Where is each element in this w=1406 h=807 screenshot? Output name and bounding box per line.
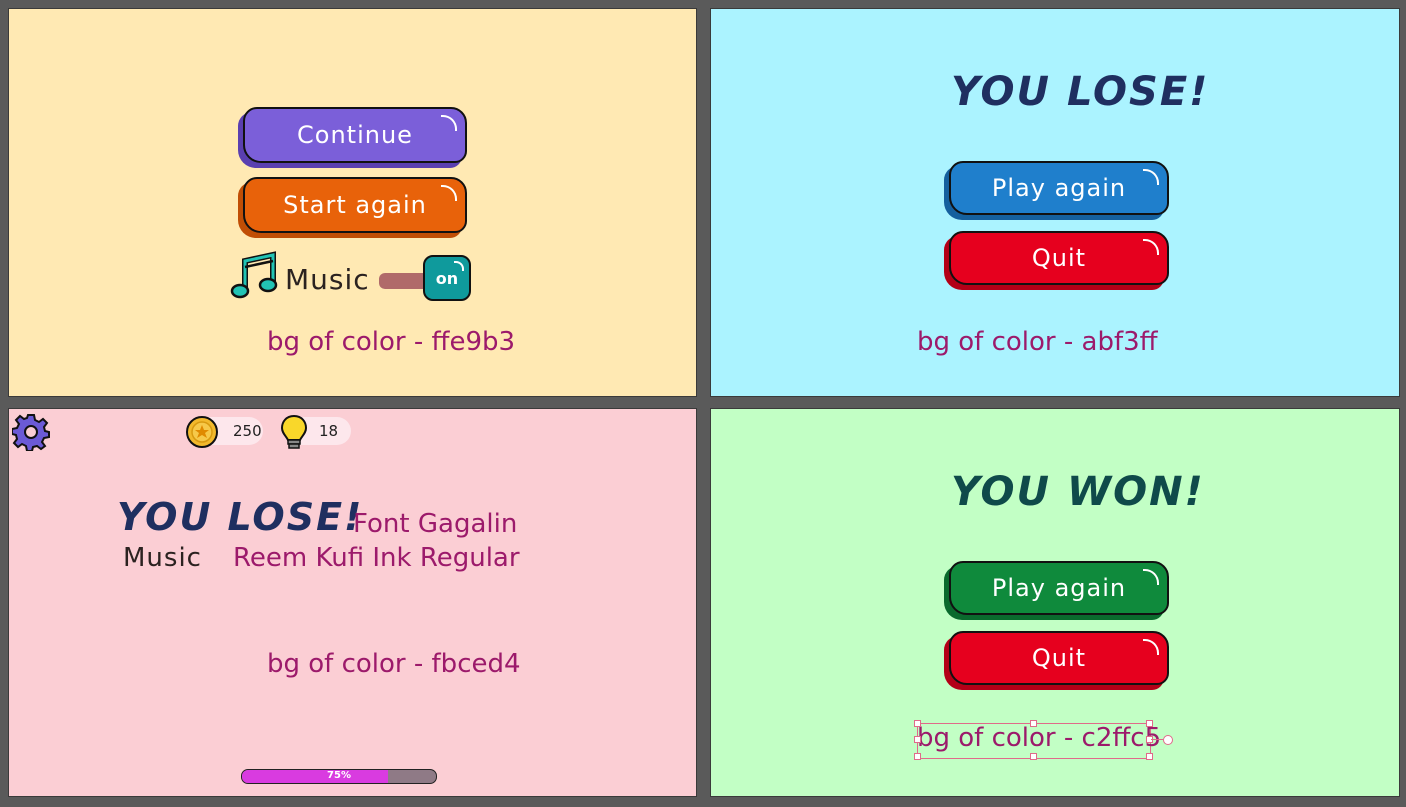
- resize-handle[interactable]: [914, 753, 921, 760]
- shine-icon: [1143, 239, 1159, 255]
- shine-icon: [1143, 639, 1159, 655]
- music-note-icon: [230, 251, 278, 299]
- continue-button[interactable]: Continue: [243, 107, 467, 163]
- page-title: YOU WON!: [951, 469, 1205, 515]
- music-label: Music: [285, 263, 370, 296]
- resize-handle[interactable]: [914, 720, 921, 727]
- play-again-label: Play again: [991, 174, 1127, 202]
- quit-button[interactable]: Quit: [949, 631, 1169, 685]
- resize-handle[interactable]: [1030, 720, 1037, 727]
- start-again-button[interactable]: Start again: [243, 177, 467, 233]
- music-toggle[interactable]: on: [377, 255, 473, 303]
- shine-icon: [441, 185, 457, 201]
- play-again-button[interactable]: Play again: [949, 161, 1169, 215]
- play-again-label: Play again: [991, 574, 1127, 602]
- quit-label: Quit: [1031, 644, 1087, 672]
- lightbulb-icon: [280, 414, 308, 449]
- toggle-state-label: on: [435, 268, 459, 288]
- coin-icon: [186, 416, 218, 448]
- bg-color-caption[interactable]: bg of color - c2ffc5: [917, 723, 1161, 753]
- resize-handle[interactable]: [1146, 753, 1153, 760]
- rotate-handle[interactable]: [1163, 735, 1173, 745]
- menu-panel-yellow: Continue Start again Music on bg of colo…: [8, 8, 697, 397]
- won-panel-green: YOU WON! Play again Quit bg of color - c…: [710, 408, 1400, 797]
- toggle-knob[interactable]: on: [423, 255, 471, 301]
- shine-icon: [1143, 169, 1159, 185]
- bg-color-caption: bg of color - ffe9b3: [267, 327, 516, 357]
- shine-icon: [454, 261, 464, 271]
- bg-color-caption: bg of color - abf3ff: [917, 327, 1158, 357]
- music-label-sample: Music: [123, 543, 202, 573]
- gear-icon[interactable]: [12, 413, 50, 451]
- progress-bar: 75%: [241, 769, 437, 784]
- play-again-button[interactable]: Play again: [949, 561, 1169, 615]
- continue-label: Continue: [297, 121, 413, 149]
- bg-color-caption: bg of color - fbced4: [267, 649, 521, 679]
- lose-title-sample: YOU LOSE!: [117, 495, 364, 539]
- title-font-note: Font Gagalin: [353, 509, 518, 539]
- quit-label: Quit: [1031, 244, 1087, 272]
- coin-count: 250: [233, 422, 262, 440]
- resize-handle[interactable]: [1146, 720, 1153, 727]
- resize-handle[interactable]: [1030, 753, 1037, 760]
- start-again-label: Start again: [283, 191, 427, 219]
- shine-icon: [1143, 569, 1159, 585]
- progress-label: 75%: [327, 770, 351, 781]
- music-font-note: Reem Kufi Ink Regular: [233, 543, 520, 573]
- rotate-connector: [1151, 739, 1163, 740]
- hint-count: 18: [319, 422, 339, 440]
- page-title: YOU LOSE!: [951, 69, 1210, 115]
- style-guide-panel-pink: 250 18 YOU LOSE! Font Gagalin Music Reem…: [8, 408, 697, 797]
- lose-panel-cyan: YOU LOSE! Play again Quit bg of color - …: [710, 8, 1400, 397]
- shine-icon: [441, 115, 457, 131]
- resize-handle[interactable]: [914, 736, 921, 743]
- quit-button[interactable]: Quit: [949, 231, 1169, 285]
